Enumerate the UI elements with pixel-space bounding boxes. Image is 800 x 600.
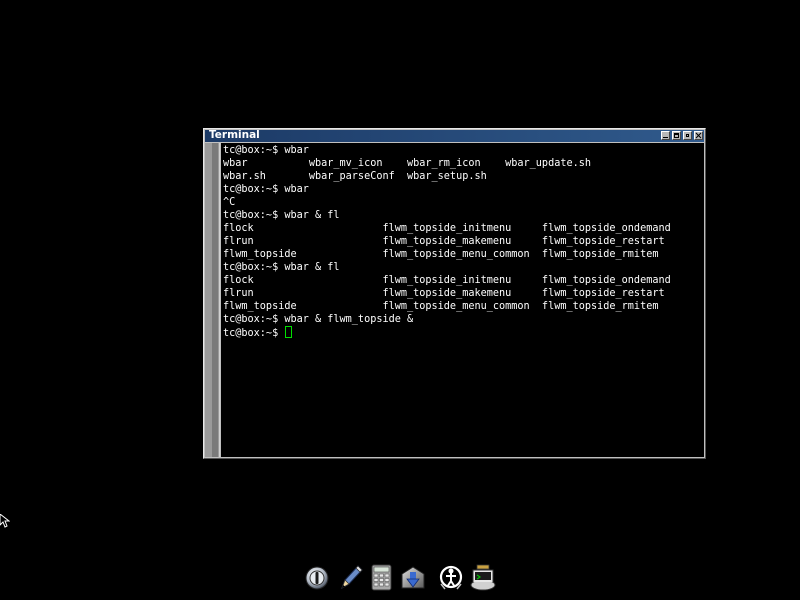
maximize-button[interactable] — [672, 131, 681, 140]
terminal-line: tc@box:~$ wbar & flwm_topside & — [223, 314, 414, 325]
terminal-line: flrun flwm_topside_makemenu flwm_topside… — [223, 288, 665, 299]
terminal-line: tc@box:~$ wbar & fl — [223, 262, 340, 273]
network-icon[interactable] — [437, 562, 465, 592]
desktop: Terminal tc@box:~$ wbar wbar wbar_mv_ico… — [0, 0, 800, 600]
minimize-button[interactable] — [661, 131, 670, 140]
terminal-line: flrun flwm_topside_makemenu flwm_topside… — [223, 236, 665, 247]
restore-button[interactable] — [683, 131, 692, 140]
pen-icon[interactable] — [337, 562, 365, 592]
terminal-prompt: tc@box:~$ — [223, 328, 285, 339]
terminal-output[interactable]: tc@box:~$ wbar wbar wbar_mv_icon wbar_rm… — [221, 143, 704, 457]
terminal-window[interactable]: Terminal tc@box:~$ wbar wbar wbar_mv_ico… — [203, 128, 706, 459]
side-handle-groove — [212, 143, 218, 457]
mouse-pointer-icon — [0, 514, 10, 528]
calculator-icon[interactable] — [367, 562, 395, 592]
terminal-line: wbar wbar_mv_icon wbar_rm_icon wbar_upda… — [223, 158, 592, 169]
terminal-line: tc@box:~$ wbar & fl — [223, 210, 340, 221]
terminal-lines: tc@box:~$ wbar wbar wbar_mv_icon wbar_rm… — [223, 144, 704, 339]
text-cursor — [285, 326, 293, 338]
terminal-line: flwm_topside flwm_topside_menu_common fl… — [223, 249, 659, 260]
terminal-line: tc@box:~$ wbar — [223, 145, 309, 156]
window-title: Terminal — [209, 129, 260, 141]
terminal-line: flock flwm_topside_initmenu flwm_topside… — [223, 223, 671, 234]
terminal-app-icon[interactable] — [469, 562, 497, 592]
window-titlebar[interactable]: Terminal — [205, 129, 704, 142]
terminal-prompt-line[interactable]: tc@box:~$ — [223, 326, 704, 339]
power-icon[interactable] — [303, 562, 331, 592]
terminal-line: flock flwm_topside_initmenu flwm_topside… — [223, 275, 671, 286]
dock-bar — [295, 560, 510, 594]
terminal-line: flwm_topside flwm_topside_menu_common fl… — [223, 301, 659, 312]
terminal-line: tc@box:~$ wbar — [223, 184, 309, 195]
window-side-handle[interactable] — [205, 143, 220, 457]
close-button[interactable] — [694, 131, 703, 140]
terminal-line: ^C — [223, 197, 236, 208]
download-icon[interactable] — [399, 562, 427, 592]
terminal-line: wbar.sh wbar_parseConf wbar_setup.sh — [223, 171, 487, 182]
